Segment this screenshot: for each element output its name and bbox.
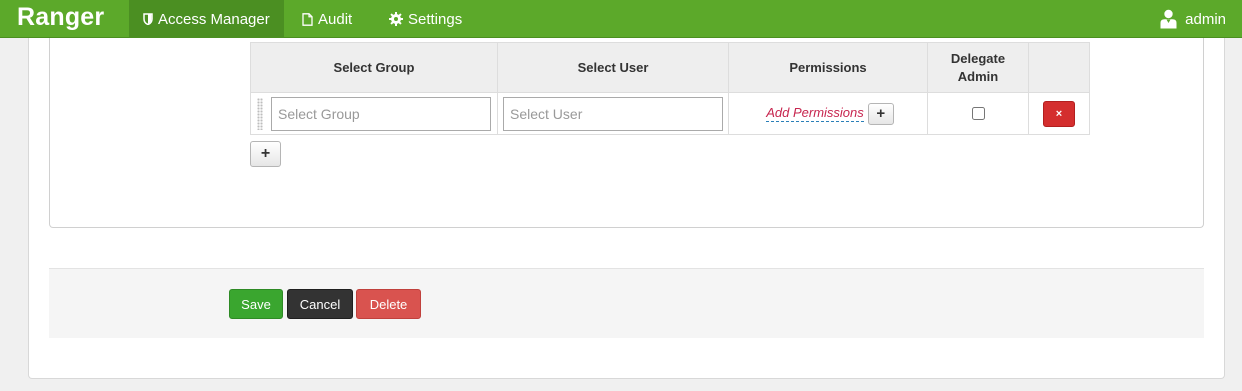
nav-access-manager[interactable]: Access Manager (129, 0, 284, 38)
close-icon: × (1055, 107, 1063, 120)
cell-actions: × (1028, 92, 1090, 135)
add-row-button[interactable]: + (250, 141, 281, 167)
form-actions-bar: Save Cancel Delete (49, 268, 1204, 338)
header-select-user: Select User (497, 42, 729, 93)
brand-logo[interactable]: Ranger (17, 3, 104, 32)
cell-user (497, 92, 729, 135)
gear-icon (389, 12, 403, 26)
delete-button[interactable]: Delete (356, 289, 421, 319)
table-header-row: Select Group Select User Permissions Del… (250, 42, 1090, 93)
nav-audit-label: Audit (318, 10, 353, 28)
cell-delegate-admin (927, 92, 1029, 135)
add-permission-button[interactable]: + (867, 102, 894, 125)
add-permissions-link[interactable]: Add Permissions (766, 105, 864, 122)
delegate-admin-checkbox[interactable] (971, 107, 985, 120)
cell-permissions: Add Permissions + (728, 92, 928, 135)
header-delegate-line2: Admin (957, 68, 999, 84)
permissions-table: Select Group Select User Permissions Del… (250, 42, 1090, 135)
header-select-group: Select Group (250, 42, 498, 93)
header-delegate-line1: Delegate (950, 50, 1006, 66)
cancel-button[interactable]: Cancel (287, 289, 353, 319)
top-navbar: Ranger Access Manager Audit Settings adm… (0, 0, 1242, 38)
header-delegate-admin: Delegate Admin (927, 42, 1029, 93)
user-icon (1160, 9, 1177, 29)
cell-group (250, 92, 498, 135)
header-actions (1028, 42, 1090, 93)
delegate-admin-wrap (928, 107, 1028, 120)
user-menu[interactable]: admin (1146, 0, 1240, 38)
nav-access-manager-label: Access Manager (158, 10, 270, 28)
remove-row-button[interactable]: × (1043, 100, 1075, 127)
nav-audit[interactable]: Audit (288, 0, 366, 38)
shield-icon (143, 13, 153, 25)
table-row: Add Permissions + × (250, 92, 1090, 135)
select-group-input[interactable] (271, 96, 491, 131)
save-button[interactable]: Save (229, 289, 283, 319)
nav-settings-label: Settings (408, 10, 463, 28)
select-user-input[interactable] (503, 96, 723, 131)
document-icon (302, 12, 313, 26)
nav-settings[interactable]: Settings (375, 0, 476, 38)
permissions-wrap: Add Permissions + (729, 102, 927, 125)
drag-handle-icon[interactable] (257, 98, 263, 130)
user-menu-label: admin (1185, 10, 1226, 28)
header-permissions: Permissions (728, 42, 928, 93)
